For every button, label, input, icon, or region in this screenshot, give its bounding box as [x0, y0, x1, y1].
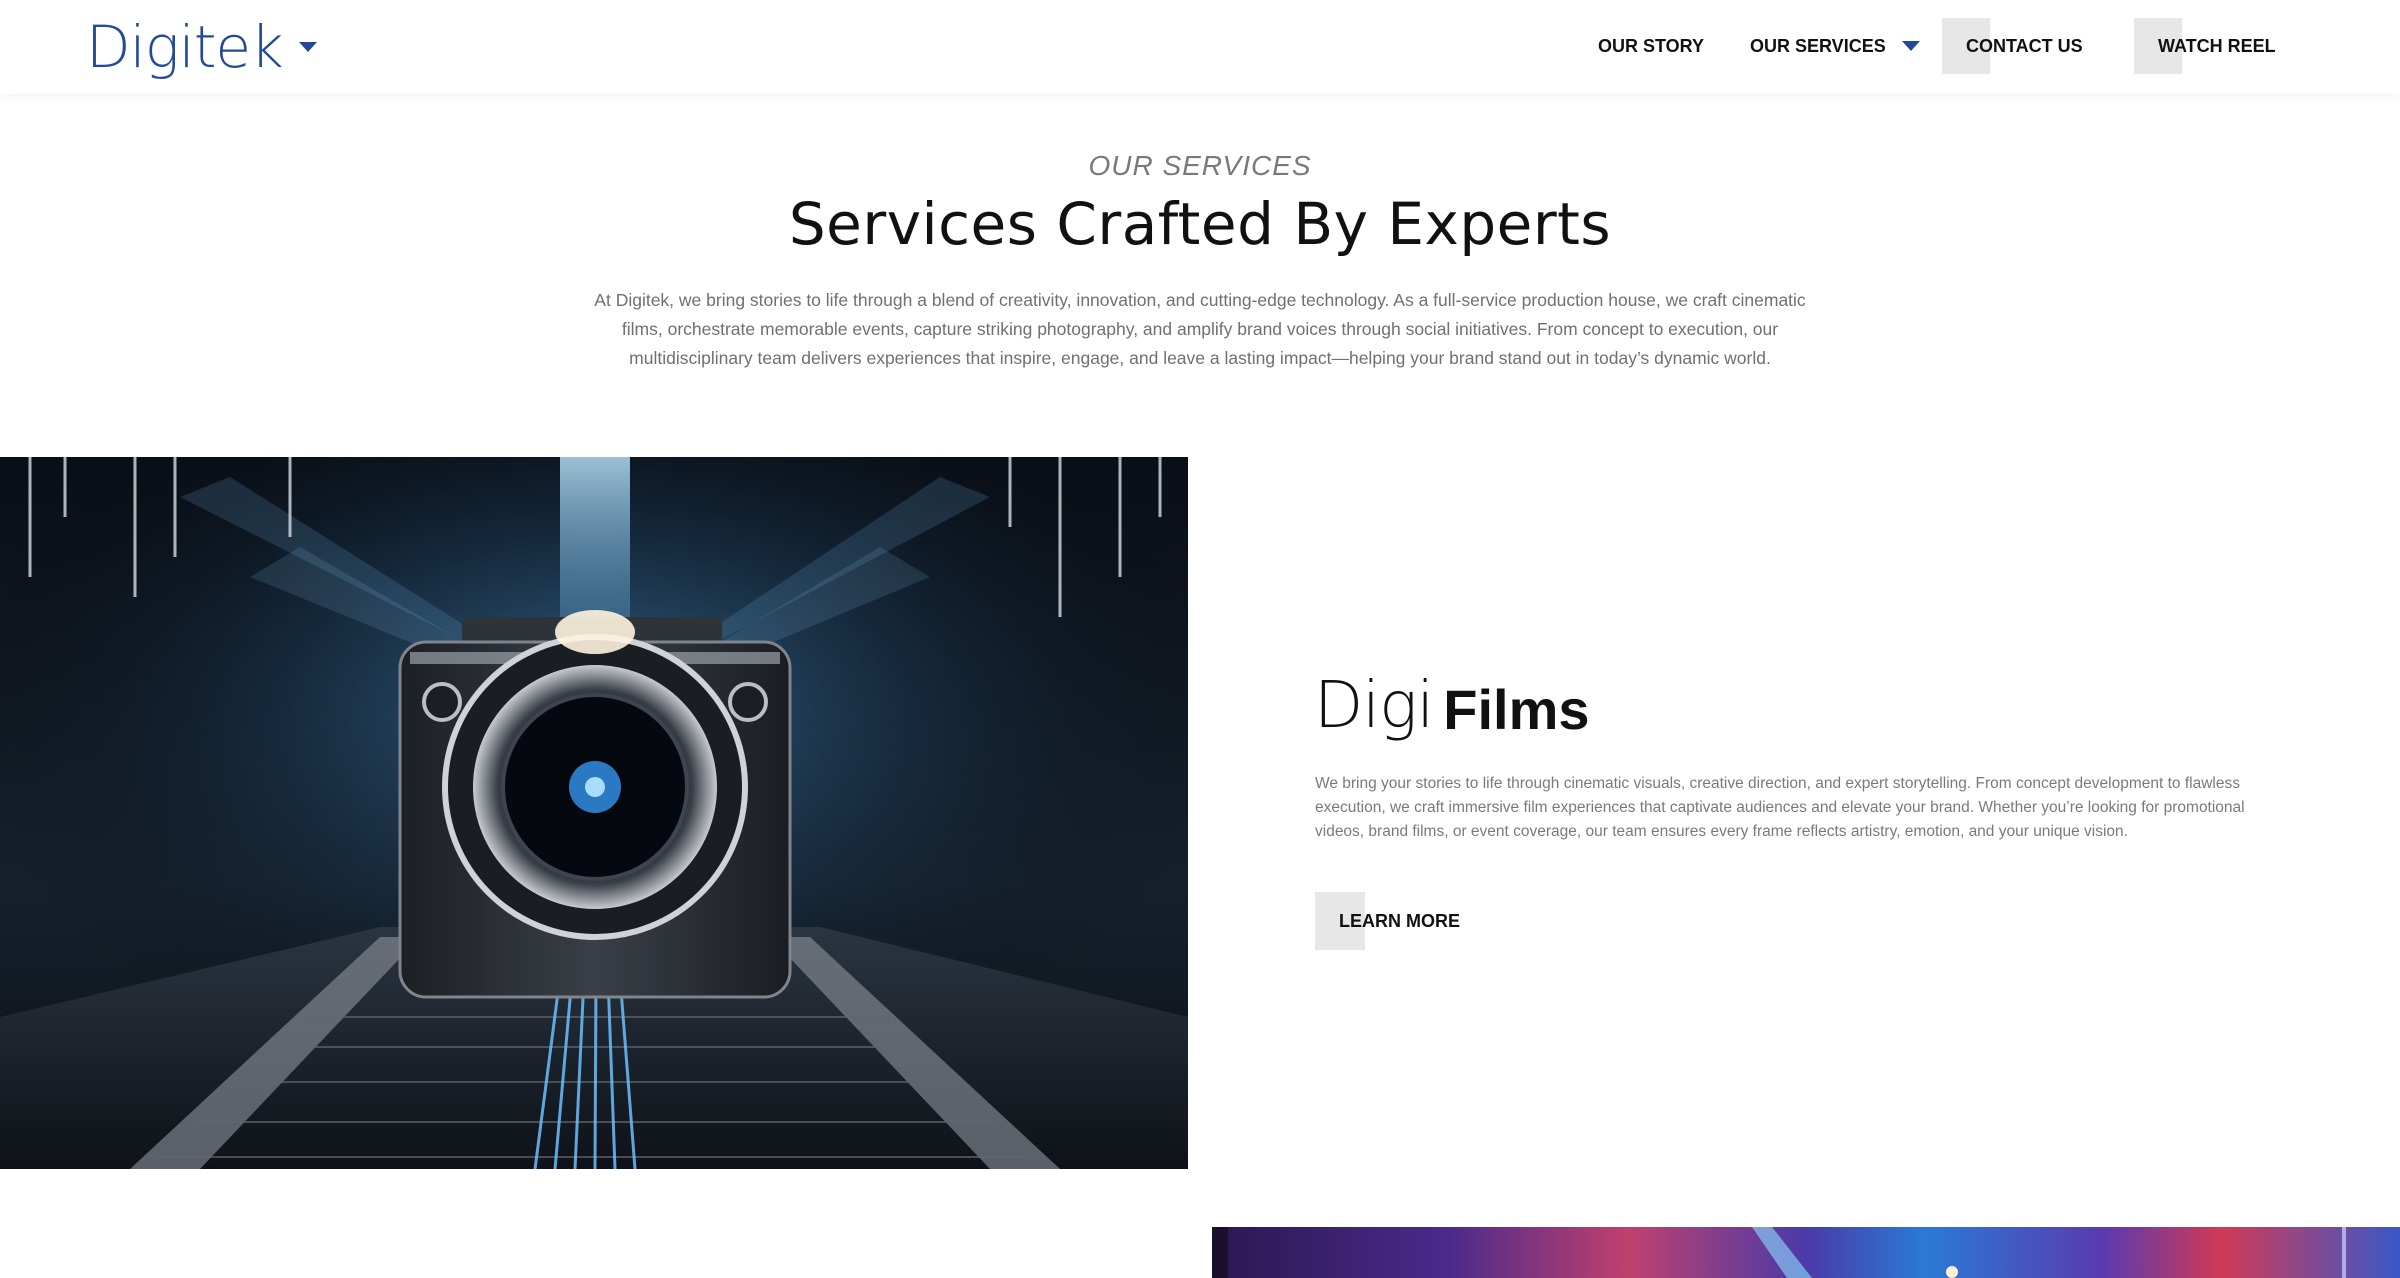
site-header: Digitek OUR STORY OUR SERVICES CONTACT U…	[0, 0, 2400, 94]
nav-our-services-label: OUR SERVICES	[1750, 35, 1886, 56]
learn-more-label: LEARN MORE	[1339, 910, 1460, 931]
logo-text: Digitek	[86, 13, 284, 81]
films-hero-image	[0, 457, 1188, 1169]
nav-contact-us[interactable]: CONTACT US	[1966, 18, 2083, 74]
events-hero-image	[1212, 1227, 2400, 1278]
digifilms-logo: Digi Films	[1314, 668, 1590, 738]
section-intro-text: At Digitek, we bring stories to life thr…	[594, 290, 1806, 368]
nav-watch-reel[interactable]: WATCH REEL	[2158, 18, 2276, 74]
caret-down-icon	[1901, 41, 1920, 51]
section-headline: Services Crafted By Experts	[788, 190, 1612, 258]
caret-down-icon[interactable]	[298, 42, 317, 52]
digifilms-logo-light: Digi	[1314, 669, 1434, 743]
digifilms-logo-bold: Films	[1443, 678, 1590, 741]
site-logo[interactable]: Digitek	[86, 14, 317, 80]
section-eyebrow: OUR SERVICES	[1088, 150, 1312, 181]
nav-our-services[interactable]: OUR SERVICES	[1750, 18, 1920, 74]
nav-our-story[interactable]: OUR STORY	[1598, 18, 1704, 74]
digifilms-description: We bring your stories to life through ci…	[1315, 775, 2245, 840]
